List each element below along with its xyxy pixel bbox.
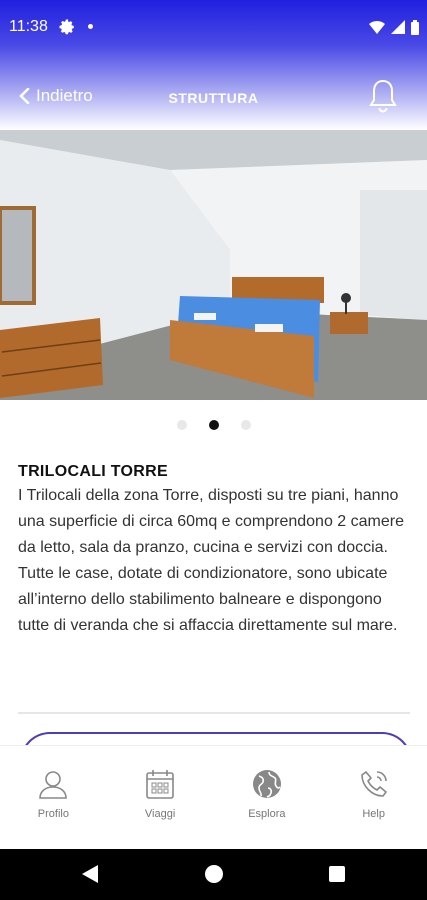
structure-description: I Trilocali della zona Torre, disposti s… [18, 487, 404, 634]
wifi-icon [369, 20, 385, 34]
bottom-tab-bar: Profilo Viaggi Esplora Help [0, 745, 427, 849]
phone-icon [360, 771, 387, 797]
calendar-icon [146, 770, 174, 799]
gear-icon [59, 19, 74, 35]
battery-icon [411, 19, 419, 35]
carousel-dot[interactable] [240, 420, 251, 430]
nav-back-icon[interactable] [82, 865, 98, 883]
status-time: 11:38 [9, 18, 48, 35]
nav-recents-icon[interactable] [329, 866, 345, 882]
tab-label: Viaggi [144, 808, 176, 820]
signal-icon [391, 20, 405, 34]
page-title: STRUTTURA [168, 90, 259, 106]
tab-label: Esplora [248, 808, 286, 820]
bedroom-image [0, 130, 427, 400]
carousel-dot-active[interactable] [208, 420, 219, 430]
tab-help[interactable]: Help [320, 746, 427, 849]
bell-icon[interactable] [366, 78, 400, 114]
nav-home-icon[interactable] [205, 865, 223, 883]
tab-viaggi[interactable]: Viaggi [107, 746, 214, 849]
carousel-indicator [0, 420, 427, 436]
tab-label: Help [362, 808, 385, 820]
carousel-photo[interactable] [0, 130, 427, 400]
tab-label: Profilo [37, 808, 69, 820]
app-header: 11:38 Indietro STRUTTURA [0, 0, 427, 130]
system-nav-bar [0, 849, 427, 900]
user-icon [39, 771, 68, 799]
globe-icon [252, 770, 281, 798]
carousel-dot[interactable] [176, 420, 187, 430]
structure-heading: TRILOCALI TORRE [18, 463, 168, 480]
divider [18, 712, 410, 714]
status-bar: 11:38 [0, 0, 427, 56]
tab-esplora[interactable]: Esplora [214, 746, 321, 849]
tab-profilo[interactable]: Profilo [0, 746, 107, 849]
dot-icon [88, 24, 93, 29]
status-icons [369, 18, 419, 36]
structure-details: TRILOCALI TORRE I Trilocali della zona T… [18, 463, 413, 639]
